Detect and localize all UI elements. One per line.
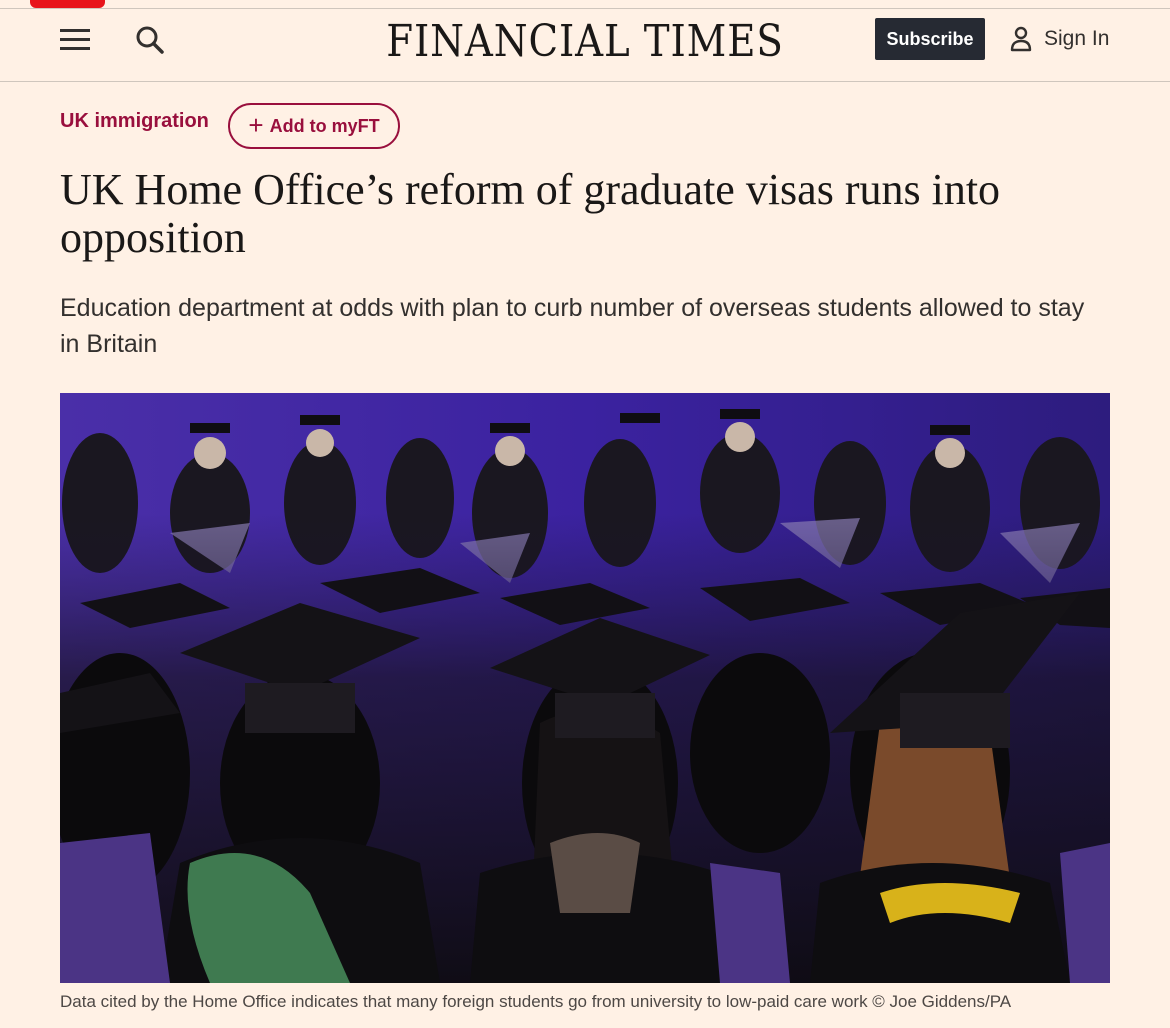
sign-in-label: Sign In — [1044, 27, 1110, 50]
topic-link[interactable]: UK immigration — [60, 110, 209, 133]
user-icon — [1010, 26, 1032, 52]
plus-icon: + — [248, 109, 264, 140]
site-header: FINANCIAL TIMES Subscribe Sign In — [0, 9, 1170, 82]
article-headline: UK Home Office’s reform of graduate visa… — [60, 165, 1001, 262]
ft-red-tab[interactable] — [30, 0, 105, 8]
top-strip — [0, 0, 1170, 9]
article-standfirst: Education department at odds with plan t… — [60, 294, 1085, 358]
add-to-myft-button[interactable]: + Add to myFT — [228, 103, 400, 149]
add-to-myft-label: Add to myFT — [269, 115, 380, 136]
sign-in-link[interactable]: Sign In — [1010, 21, 1109, 57]
article-main-image — [60, 393, 1110, 983]
subscribe-button[interactable]: Subscribe — [875, 18, 985, 60]
image-caption: Data cited by the Home Office indicates … — [60, 992, 1012, 1011]
